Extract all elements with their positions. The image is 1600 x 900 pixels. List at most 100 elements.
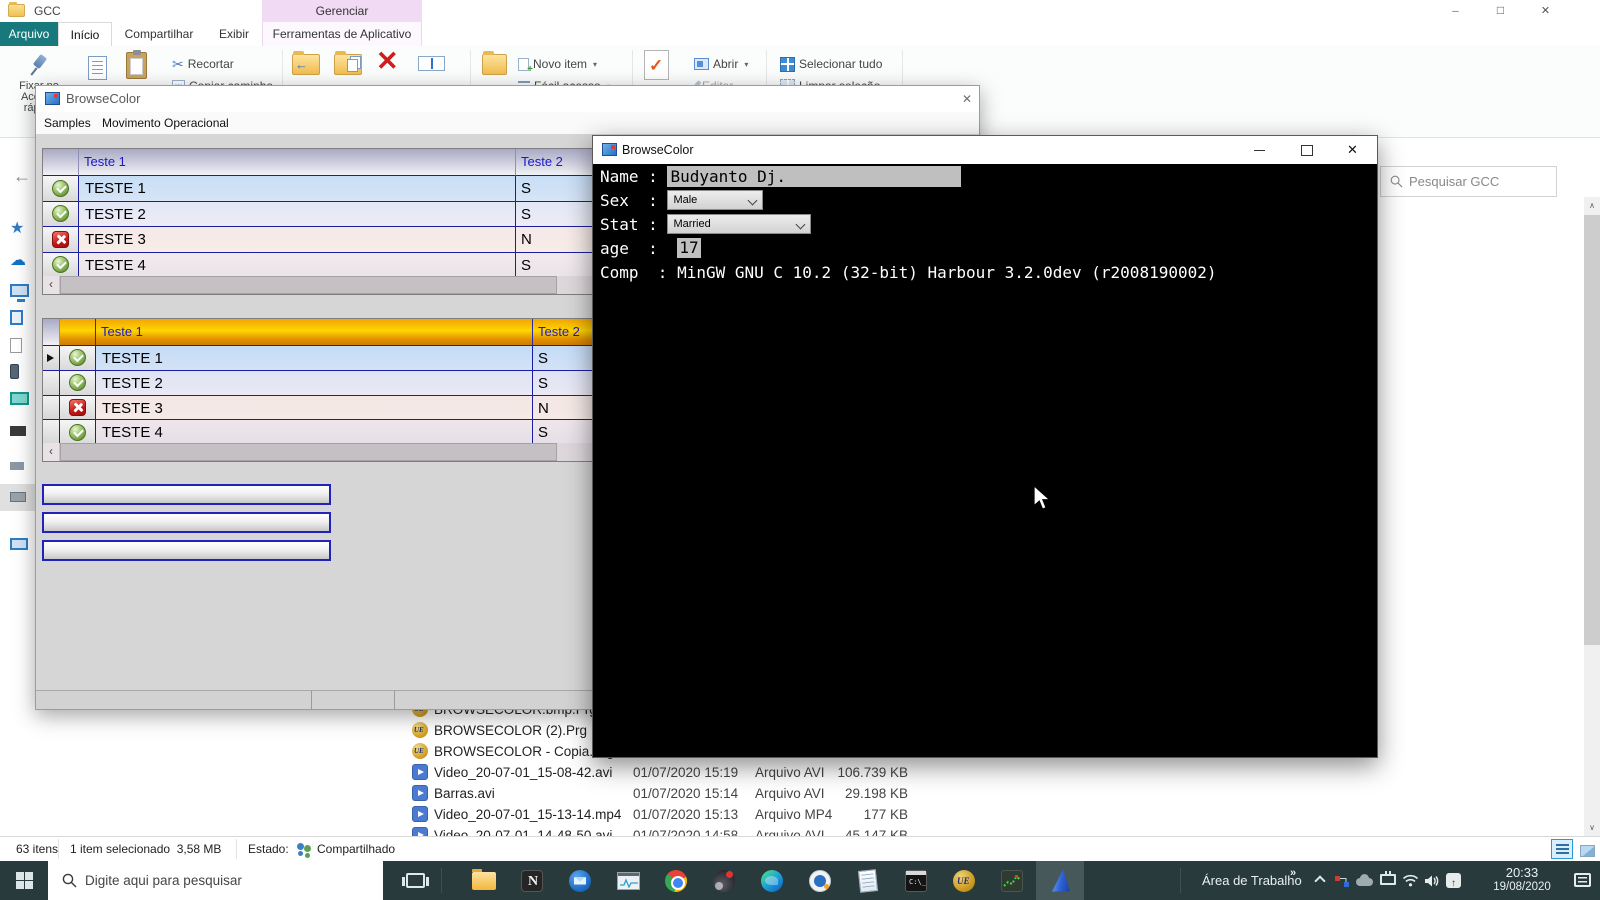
scrollbar-thumb[interactable] xyxy=(60,443,557,461)
open-button[interactable]: Abrir ▾ xyxy=(694,55,748,73)
back-button[interactable]: ← xyxy=(10,166,34,187)
file-row[interactable]: Barras.avi01/07/2020 15:14Arquivo AVI29.… xyxy=(395,783,935,804)
onedrive-tray-icon[interactable] xyxy=(1356,878,1373,886)
details-view-button[interactable] xyxy=(1551,839,1573,859)
gui-title-bar[interactable]: BrowseColor xyxy=(36,86,979,112)
scroll-up-button[interactable]: ∧ xyxy=(1584,197,1600,214)
taskbar-ultraedit[interactable] xyxy=(940,861,988,900)
rename-button[interactable] xyxy=(418,46,445,74)
maximize-button[interactable] xyxy=(1478,0,1523,22)
nav-phone-icon[interactable] xyxy=(10,364,19,379)
taskbar-system-monitor[interactable] xyxy=(604,861,652,900)
file-row[interactable]: Video_20-07-01_15-13-14.mp401/07/2020 15… xyxy=(395,804,935,825)
desktop-toolbar[interactable]: Área de Trabalho xyxy=(1202,873,1302,888)
nav-memory-icon[interactable] xyxy=(10,426,26,436)
nav-monitor-icon[interactable] xyxy=(10,392,29,405)
scrollbar-thumb[interactable] xyxy=(60,276,557,294)
taskbar-search-input[interactable] xyxy=(85,873,335,888)
new-item-button[interactable]: Novo item ▾ xyxy=(518,55,597,73)
nav-documents-icon[interactable] xyxy=(10,338,22,353)
menu-samples[interactable]: Samples xyxy=(44,116,91,130)
scroll-left-button[interactable] xyxy=(43,276,60,294)
cell-teste1: TESTE 2 xyxy=(96,371,533,395)
task-view-button[interactable] xyxy=(395,861,435,900)
console-minimize-button[interactable] xyxy=(1236,136,1283,164)
name-input[interactable]: Budyanto Dj. xyxy=(667,166,961,187)
gui-close-button[interactable] xyxy=(958,91,976,107)
tray-network-node-icon[interactable] xyxy=(1334,875,1350,888)
tray-chevron-up-icon[interactable] xyxy=(1314,875,1325,886)
action-center-icon[interactable] xyxy=(1574,873,1591,887)
tab-arquivo[interactable]: Arquivo xyxy=(0,22,58,46)
text-box-3[interactable] xyxy=(42,540,331,561)
scrollbar-thumb[interactable] xyxy=(1584,215,1600,645)
tab-compartilhar[interactable]: Compartilhar xyxy=(112,22,206,46)
nav-onedrive-icon[interactable]: ☁ xyxy=(10,250,26,270)
wifi-icon[interactable] xyxy=(1402,874,1419,887)
scroll-down-button[interactable]: ∨ xyxy=(1584,819,1600,836)
grid1-header-teste1[interactable]: Teste 1 xyxy=(79,149,516,176)
move-to-button[interactable] xyxy=(292,48,320,78)
nav-tablet-icon[interactable] xyxy=(10,310,23,325)
grid2-header-icon-col[interactable] xyxy=(60,319,96,346)
file-row[interactable]: Video_20-07-01_15-08-42.avi01/07/2020 15… xyxy=(395,762,935,783)
grid1-header-icon-col[interactable] xyxy=(43,149,79,176)
taskbar-browsecolor-active[interactable] xyxy=(1036,861,1084,900)
console-title-bar[interactable]: BrowseColor xyxy=(593,136,1377,164)
nav-drive-icon[interactable] xyxy=(10,492,26,502)
console-field-label: Sex : xyxy=(600,191,667,210)
safely-remove-icon[interactable] xyxy=(1446,873,1461,888)
vertical-scrollbar[interactable]: ∧ ∨ xyxy=(1584,197,1600,836)
menu-movimento-operacional[interactable]: Movimento Operacional xyxy=(102,116,229,130)
volume-icon[interactable] xyxy=(1424,874,1440,888)
file-name: Video_20-07-01_15-08-42.avi xyxy=(434,765,612,780)
taskbar-dark-sphere-app[interactable] xyxy=(700,861,748,900)
file-row[interactable]: Video_20-07-01_14-48-50.avi01/07/2020 14… xyxy=(395,825,935,836)
search-input[interactable] xyxy=(1409,174,1539,189)
scroll-left-button[interactable] xyxy=(43,443,60,461)
text-box-1[interactable] xyxy=(42,484,331,505)
taskbar-edge[interactable] xyxy=(748,861,796,900)
new-item-label: Novo item xyxy=(533,57,587,71)
nav-quick-access-icon[interactable]: ★ xyxy=(10,218,24,238)
delete-button[interactable]: ✕ xyxy=(376,46,399,76)
start-button[interactable] xyxy=(0,861,48,900)
new-folder-button[interactable] xyxy=(482,48,507,78)
taskbar-notepad[interactable] xyxy=(844,861,892,900)
tab-exibir[interactable]: Exibir xyxy=(206,22,262,46)
taskbar-thunderbird[interactable] xyxy=(556,861,604,900)
close-button[interactable] xyxy=(1523,0,1568,22)
nav-this-pc-icon[interactable] xyxy=(10,284,29,297)
select-all-button[interactable]: Selecionar tudo xyxy=(780,55,882,73)
taskbar-cmd[interactable] xyxy=(892,861,940,900)
taskbar-n-app[interactable] xyxy=(508,861,556,900)
age-input[interactable]: 17 xyxy=(677,238,701,258)
sex-combobox[interactable]: Male xyxy=(667,190,763,210)
status-separator xyxy=(58,839,59,859)
clock[interactable]: 20:33 19/08/2020 xyxy=(1474,866,1570,894)
nav-network-icon[interactable] xyxy=(10,538,28,550)
taskbar-file-explorer[interactable] xyxy=(460,861,508,900)
taskbar-graph-app[interactable] xyxy=(988,861,1036,900)
tab-ferramentas-aplicativo[interactable]: Ferramentas de Aplicativo xyxy=(262,22,422,46)
copy-to-button[interactable] xyxy=(334,48,362,78)
taskbar-lens-app[interactable] xyxy=(796,861,844,900)
toolbar-expand-icon[interactable]: » xyxy=(1290,867,1296,879)
status-icon-cell xyxy=(43,227,79,252)
console-maximize-button[interactable] xyxy=(1283,136,1330,164)
context-ribbon-header[interactable]: Gerenciar xyxy=(262,0,422,22)
tab-inicio[interactable]: Início xyxy=(58,22,112,46)
minimize-button[interactable] xyxy=(1433,0,1478,22)
text-box-2[interactable] xyxy=(42,512,331,533)
grid2-header-teste1[interactable]: Teste 1 xyxy=(96,319,533,346)
thumbnails-view-button[interactable] xyxy=(1575,839,1597,859)
paste-button[interactable] xyxy=(126,48,147,82)
nav-usb-icon[interactable] xyxy=(10,462,24,470)
copy-button[interactable] xyxy=(88,50,107,83)
taskbar-chrome[interactable] xyxy=(652,861,700,900)
cut-button[interactable]: ✂ Recortar xyxy=(172,55,234,73)
properties-button[interactable] xyxy=(644,47,669,83)
stat-combobox[interactable]: Married xyxy=(667,214,811,234)
power-plug-icon[interactable] xyxy=(1380,874,1396,885)
console-close-button[interactable] xyxy=(1330,136,1377,164)
